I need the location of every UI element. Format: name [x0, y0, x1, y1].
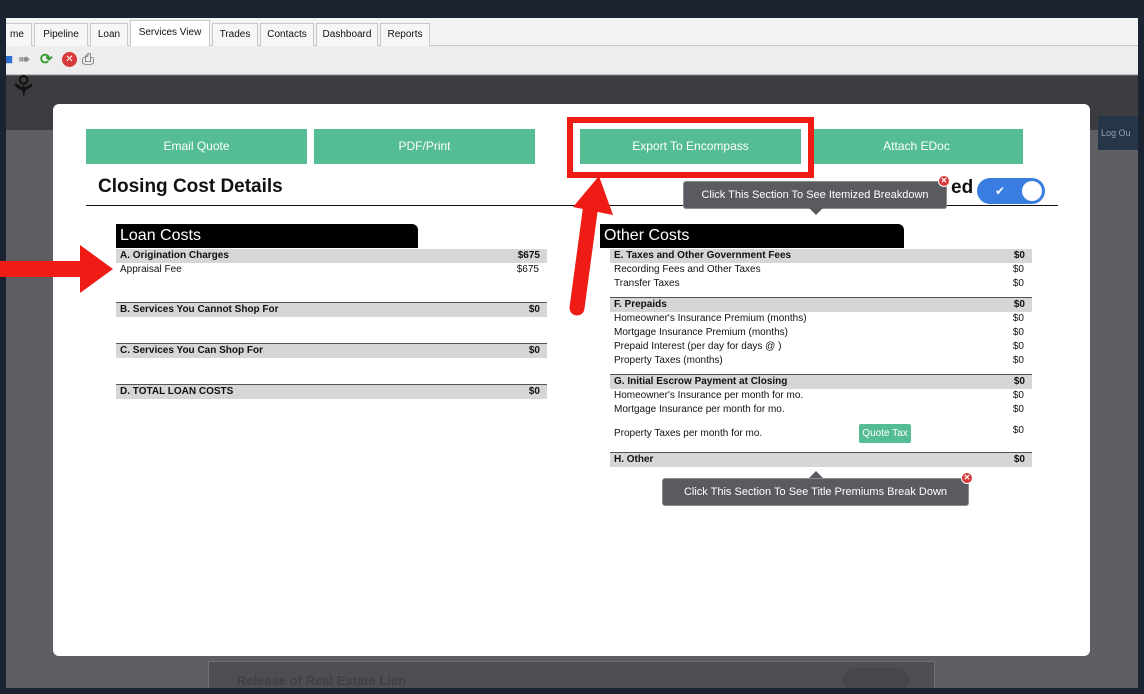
itemized-tooltip-text: Click This Section To See Itemized Break… [701, 189, 929, 201]
homeowners-per-month-row[interactable]: Homeowner's Insurance per month for mo. … [610, 389, 1032, 402]
toolbar: ■ ➠ ⟳ ✕ ⎙ [6, 46, 1138, 75]
background-toggle[interactable] [843, 668, 909, 688]
services-cannot-shop-row[interactable]: B. Services You Cannot Shop For $0 [116, 303, 547, 317]
quote-tax-button[interactable]: Quote Tax [859, 424, 911, 443]
export-highlight-box [567, 117, 814, 178]
prepaids-label: F. Prepaids [614, 299, 667, 310]
origination-charges-row[interactable]: A. Origination Charges $675 [116, 249, 547, 263]
property-taxes-months-amount: $0 [1012, 355, 1024, 366]
toggle-knob [1022, 181, 1042, 201]
property-taxes-months-label: Property Taxes (months) [614, 355, 723, 366]
page-title: Closing Cost Details [98, 176, 283, 197]
itemized-breakdown-tooltip[interactable]: Click This Section To See Itemized Break… [683, 175, 950, 209]
property-taxes-months-row[interactable]: Property Taxes (months) $0 [610, 354, 1032, 367]
title-premiums-tooltip[interactable]: Click This Section To See Title Premiums… [662, 472, 973, 506]
prepaids-row[interactable]: F. Prepaids $0 [610, 298, 1032, 312]
property-taxes-per-month-label: Property Taxes per month for mo. [614, 428, 763, 439]
mortgage-premium-label: Mortgage Insurance Premium (months) [614, 327, 788, 338]
services-can-shop-amount: $0 [528, 345, 540, 356]
cancel-icon[interactable]: ✕ [62, 52, 77, 67]
logout-button[interactable]: Log Ou [1098, 116, 1138, 150]
mortgage-per-month-row[interactable]: Mortgage Insurance per month for mo. $0 [610, 403, 1032, 416]
tab-home[interactable]: me [6, 23, 32, 46]
appraisal-fee-row[interactable]: Appraisal Fee $675 [116, 263, 547, 276]
initial-escrow-row[interactable]: G. Initial Escrow Payment at Closing $0 [610, 375, 1032, 389]
tab-contacts[interactable]: Contacts [260, 23, 314, 46]
property-taxes-per-month-amount: $0 [1012, 425, 1024, 436]
total-loan-costs-label: D. TOTAL LOAN COSTS [120, 386, 234, 397]
tab-loan[interactable]: Loan [90, 23, 128, 46]
close-icon[interactable]: ✕ [938, 175, 950, 187]
prepaid-interest-row[interactable]: Prepaid Interest (per day for days @ ) $… [610, 340, 1032, 353]
pdf-print-button[interactable]: PDF/Print [314, 129, 535, 164]
initial-escrow-label: G. Initial Escrow Payment at Closing [614, 376, 788, 387]
services-cannot-shop-label: B. Services You Cannot Shop For [120, 304, 279, 315]
origination-charges-label: A. Origination Charges [120, 250, 229, 261]
services-can-shop-row[interactable]: C. Services You Can Shop For $0 [116, 344, 547, 358]
initial-escrow-amount: $0 [1013, 376, 1025, 387]
prepaid-interest-label: Prepaid Interest (per day for days @ ) [614, 341, 782, 352]
check-icon: ✔ [995, 184, 1006, 198]
origination-charges-amount: $675 [517, 250, 540, 261]
tooltip-pointer [809, 471, 823, 478]
tab-services-view[interactable]: Services View [130, 20, 210, 46]
transfer-taxes-amount: $0 [1012, 278, 1024, 289]
background-row: Release of Real Estate Lien [208, 661, 935, 688]
homeowners-premium-label: Homeowner's Insurance Premium (months) [614, 313, 807, 324]
other-costs-header: Other Costs [600, 224, 904, 248]
appraisal-fee-label: Appraisal Fee [120, 264, 182, 275]
other-amount: $0 [1013, 454, 1025, 465]
services-can-shop-label: C. Services You Can Shop For [120, 345, 263, 356]
itemized-label: ed [951, 177, 974, 198]
prepaids-amount: $0 [1013, 299, 1025, 310]
company-logo-icon: ⚘ [10, 71, 37, 104]
back-icon[interactable]: ■ [6, 52, 13, 68]
title-premiums-tooltip-text: Click This Section To See Title Premiums… [683, 486, 948, 498]
mortgage-per-month-label: Mortgage Insurance per month for mo. [614, 404, 785, 415]
homeowners-premium-row[interactable]: Homeowner's Insurance Premium (months) $… [610, 312, 1032, 325]
mortgage-premium-row[interactable]: Mortgage Insurance Premium (months) $0 [610, 326, 1032, 339]
recording-fees-label: Recording Fees and Other Taxes [614, 264, 761, 275]
homeowners-per-month-label: Homeowner's Insurance per month for mo. [614, 390, 804, 401]
homeowners-per-month-amount: $0 [1012, 390, 1024, 401]
close-icon[interactable]: ✕ [961, 472, 973, 484]
taxes-fees-row[interactable]: E. Taxes and Other Government Fees $0 [610, 249, 1032, 263]
taxes-fees-amount: $0 [1013, 250, 1025, 261]
closing-cost-modal: Email Quote PDF/Print Export To Encompas… [53, 104, 1090, 656]
loan-costs-header: Loan Costs [116, 224, 418, 248]
background-row-label: Release of Real Estate Lien [237, 673, 407, 688]
prepaid-interest-amount: $0 [1012, 341, 1024, 352]
itemized-toggle[interactable]: ✔ [977, 178, 1045, 204]
mortgage-per-month-amount: $0 [1012, 404, 1024, 415]
forward-icon[interactable]: ➠ [18, 52, 31, 68]
tab-pipeline[interactable]: Pipeline [34, 23, 88, 46]
tab-bar: me Pipeline Loan Services View Trades Co… [6, 18, 1138, 46]
print-icon[interactable]: ⎙ [82, 52, 94, 68]
tab-dashboard[interactable]: Dashboard [316, 23, 378, 46]
other-row[interactable]: H. Other $0 [610, 453, 1032, 467]
tab-reports[interactable]: Reports [380, 23, 430, 46]
recording-fees-row[interactable]: Recording Fees and Other Taxes $0 [610, 263, 1032, 276]
tooltip-pointer [809, 208, 823, 215]
total-loan-costs-amount: $0 [528, 386, 540, 397]
homeowners-premium-amount: $0 [1012, 313, 1024, 324]
services-cannot-shop-amount: $0 [528, 304, 540, 315]
tab-trades[interactable]: Trades [212, 23, 258, 46]
refresh-icon[interactable]: ⟳ [40, 52, 53, 68]
transfer-taxes-row[interactable]: Transfer Taxes $0 [610, 277, 1032, 290]
recording-fees-amount: $0 [1012, 264, 1024, 275]
attach-edoc-button[interactable]: Attach EDoc [810, 129, 1023, 164]
property-taxes-per-month-row[interactable]: Property Taxes per month for mo. $0 [610, 425, 1032, 440]
other-label: H. Other [614, 454, 654, 465]
transfer-taxes-label: Transfer Taxes [614, 278, 680, 289]
email-quote-button[interactable]: Email Quote [86, 129, 307, 164]
total-loan-costs-row[interactable]: D. TOTAL LOAN COSTS $0 [116, 385, 547, 399]
appraisal-fee-amount: $675 [516, 264, 539, 275]
taxes-fees-label: E. Taxes and Other Government Fees [614, 250, 792, 261]
mortgage-premium-amount: $0 [1012, 327, 1024, 338]
